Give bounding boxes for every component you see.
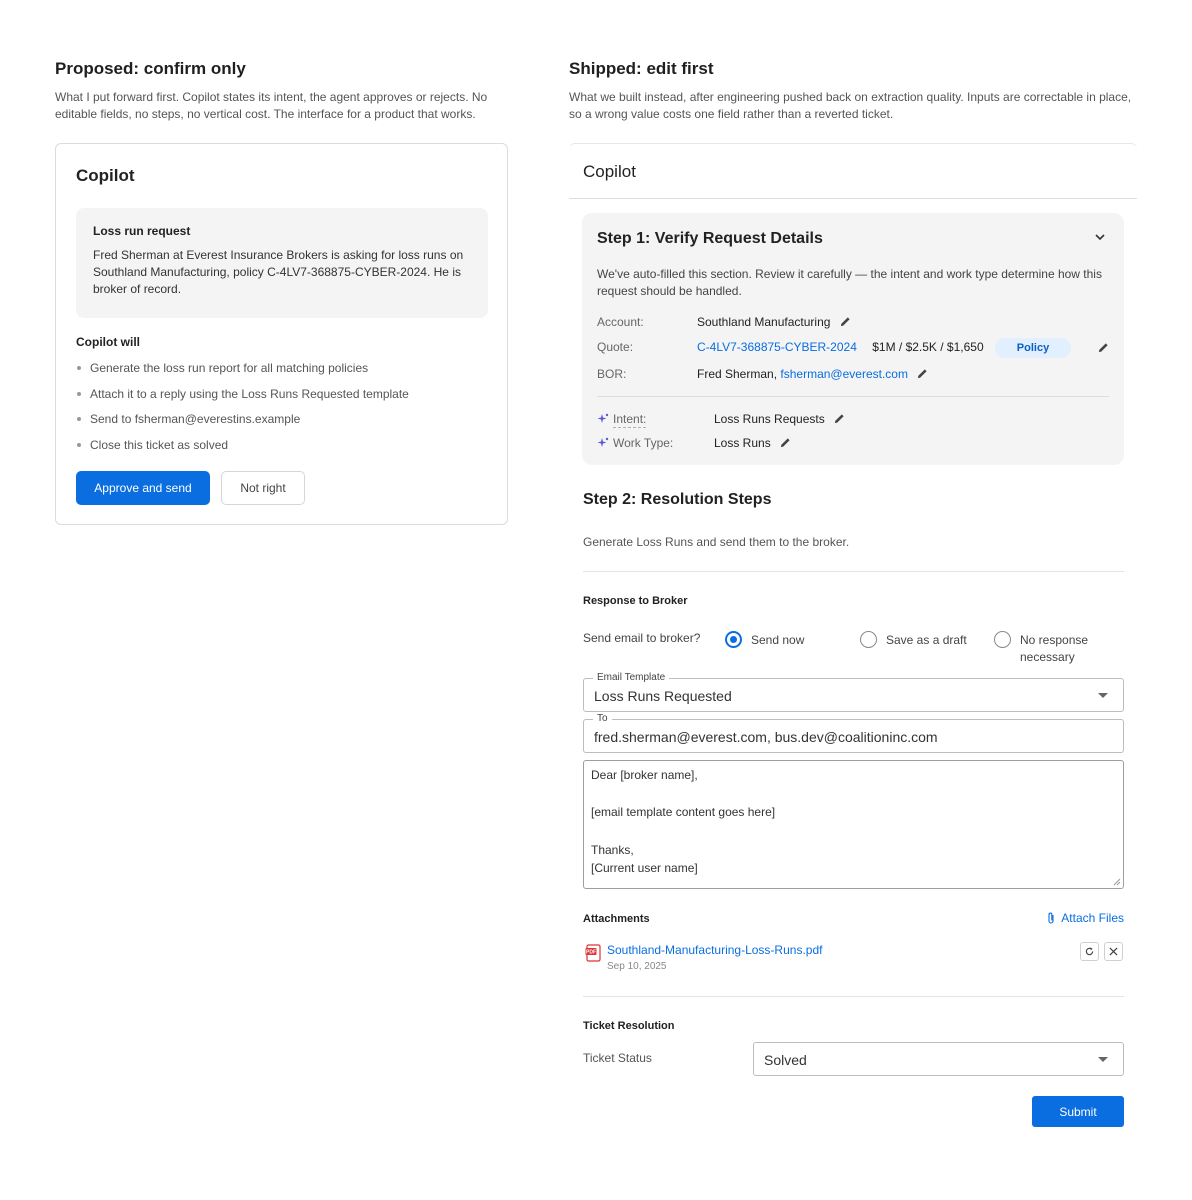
- close-icon: [1109, 947, 1118, 956]
- ticket-status-label: Ticket Status: [583, 1051, 652, 1065]
- request-title: Loss run request: [93, 224, 191, 238]
- account-value: Southland Manufacturing: [697, 315, 831, 329]
- copilot-panel-header: Copilot: [569, 143, 1137, 199]
- account-row: Account: Southland Manufacturing: [597, 313, 1117, 331]
- list-item: Attach it to a reply using the Loss Runs…: [76, 386, 409, 412]
- ticket-resolution-title: Ticket Resolution: [583, 1020, 675, 1032]
- divider: [583, 996, 1124, 997]
- radio-icon: [994, 631, 1011, 648]
- divider: [583, 571, 1124, 572]
- regenerate-button[interactable]: [1080, 942, 1099, 961]
- attachment-file-link[interactable]: Southland-Manufacturing-Loss-Runs.pdf: [607, 943, 822, 957]
- step1-description: We've auto-filled this section. Review i…: [597, 267, 1102, 298]
- bor-label: BOR:: [597, 367, 627, 381]
- radio-selected-icon: [725, 631, 742, 648]
- quote-amounts: $1M / $2.5K / $1,650: [872, 340, 984, 354]
- worktype-row: Work Type: Loss Runs: [597, 434, 1117, 452]
- step2-description: Generate Loss Runs and send them to the …: [583, 535, 850, 549]
- pencil-icon[interactable]: [1098, 342, 1109, 353]
- attachment-date: Sep 10, 2025: [607, 961, 667, 972]
- step1-panel: Step 1: Verify Request Details We've aut…: [582, 213, 1124, 465]
- attachments-title: Attachments: [583, 913, 650, 925]
- copilot-will-title: Copilot will: [76, 335, 140, 349]
- template-value: Loss Runs Requested: [594, 688, 732, 704]
- sparkle-icon: [597, 413, 609, 423]
- resize-grip-icon[interactable]: [1113, 878, 1121, 886]
- caret-down-icon: [1098, 693, 1108, 698]
- card-title: Copilot: [76, 166, 135, 185]
- section-title: Shipped: edit first: [569, 59, 714, 78]
- body-line: Thanks,: [591, 842, 634, 857]
- body-line: [email template content goes here]: [591, 805, 776, 820]
- intent-label: Intent:: [613, 412, 647, 428]
- quote-link[interactable]: C-4LV7-368875-CYBER-2024: [697, 340, 857, 354]
- not-right-button[interactable]: Not right: [221, 471, 305, 505]
- copilot-card: Copilot Loss run request Fred Sherman at…: [55, 143, 508, 525]
- shipped-column: Shipped: edit first What we built instea…: [569, 58, 1137, 1127]
- copilot-will-list: Generate the loss run report for all mat…: [76, 360, 409, 462]
- worktype-label: Work Type:: [613, 436, 674, 450]
- attach-files-link[interactable]: Attach Files: [1046, 911, 1124, 925]
- remove-attachment-button[interactable]: [1104, 942, 1123, 961]
- account-label: Account:: [597, 315, 644, 329]
- pencil-icon[interactable]: [917, 368, 928, 379]
- bor-name: Fred Sherman,: [697, 367, 778, 381]
- submit-button[interactable]: Submit: [1032, 1096, 1124, 1127]
- refresh-icon: [1085, 947, 1094, 956]
- list-item: Generate the loss run report for all mat…: [76, 360, 409, 386]
- section-description: What we built instead, after engineering…: [569, 90, 1132, 121]
- bor-email-link[interactable]: fsherman@everest.com: [780, 367, 908, 381]
- field-legend: To: [593, 713, 612, 725]
- response-title: Response to Broker: [583, 595, 688, 607]
- request-summary: Loss run request Fred Sherman at Everest…: [76, 208, 488, 318]
- svg-text:PDF: PDF: [586, 950, 596, 956]
- panel-title: Copilot: [583, 162, 636, 181]
- policy-badge: Policy: [994, 338, 1071, 358]
- divider: [597, 396, 1109, 397]
- pencil-icon[interactable]: [840, 316, 851, 327]
- email-body-textarea[interactable]: Dear [broker name], [email template cont…: [583, 760, 1124, 889]
- pencil-icon[interactable]: [780, 437, 791, 448]
- body-line: [591, 785, 1116, 804]
- pdf-file-icon: PDF: [585, 944, 601, 962]
- intent-value: Loss Runs Requests: [714, 412, 825, 426]
- body-line: [591, 822, 1116, 841]
- worktype-value: Loss Runs: [714, 436, 771, 450]
- sparkle-icon: [597, 437, 609, 447]
- section-description: What I put forward first. Copilot states…: [55, 90, 488, 121]
- radio-icon: [860, 631, 877, 648]
- body-line: [Current user name]: [591, 861, 698, 876]
- quote-row: Quote: C-4LV7-368875-CYBER-2024 $1M / $2…: [597, 338, 1117, 358]
- step2-title: Step 2: Resolution Steps: [583, 491, 772, 508]
- approve-and-send-button[interactable]: Approve and send: [76, 471, 210, 505]
- list-item: Close this ticket as solved: [76, 437, 409, 463]
- ticket-status-select[interactable]: Solved: [753, 1042, 1124, 1076]
- step1-title: Step 1: Verify Request Details: [597, 230, 823, 247]
- ticket-status-value: Solved: [764, 1052, 807, 1068]
- to-value: fred.sherman@everest.com, bus.dev@coalit…: [594, 729, 938, 745]
- request-body: Fred Sherman at Everest Insurance Broker…: [93, 248, 464, 296]
- bor-row: BOR: Fred Sherman, fsherman@everest.com: [597, 365, 1117, 383]
- field-legend: Email Template: [593, 672, 670, 684]
- intent-row: Intent: Loss Runs Requests: [597, 410, 1117, 428]
- caret-down-icon: [1098, 1057, 1108, 1062]
- email-template-select[interactable]: Email Template Loss Runs Requested: [583, 672, 1124, 712]
- section-title: Proposed: confirm only: [55, 59, 246, 78]
- to-field[interactable]: To fred.sherman@everest.com, bus.dev@coa…: [583, 713, 1124, 753]
- send-email-question: Send email to broker?: [583, 631, 701, 645]
- quote-label: Quote:: [597, 340, 634, 354]
- body-line: Dear [broker name],: [591, 768, 698, 782]
- chevron-down-icon[interactable]: [1094, 231, 1106, 243]
- paperclip-icon: [1048, 912, 1054, 924]
- list-item: Send to fsherman@everestins.example: [76, 411, 409, 437]
- proposed-column: Proposed: confirm only What I put forwar…: [55, 58, 508, 525]
- pencil-icon[interactable]: [834, 413, 845, 424]
